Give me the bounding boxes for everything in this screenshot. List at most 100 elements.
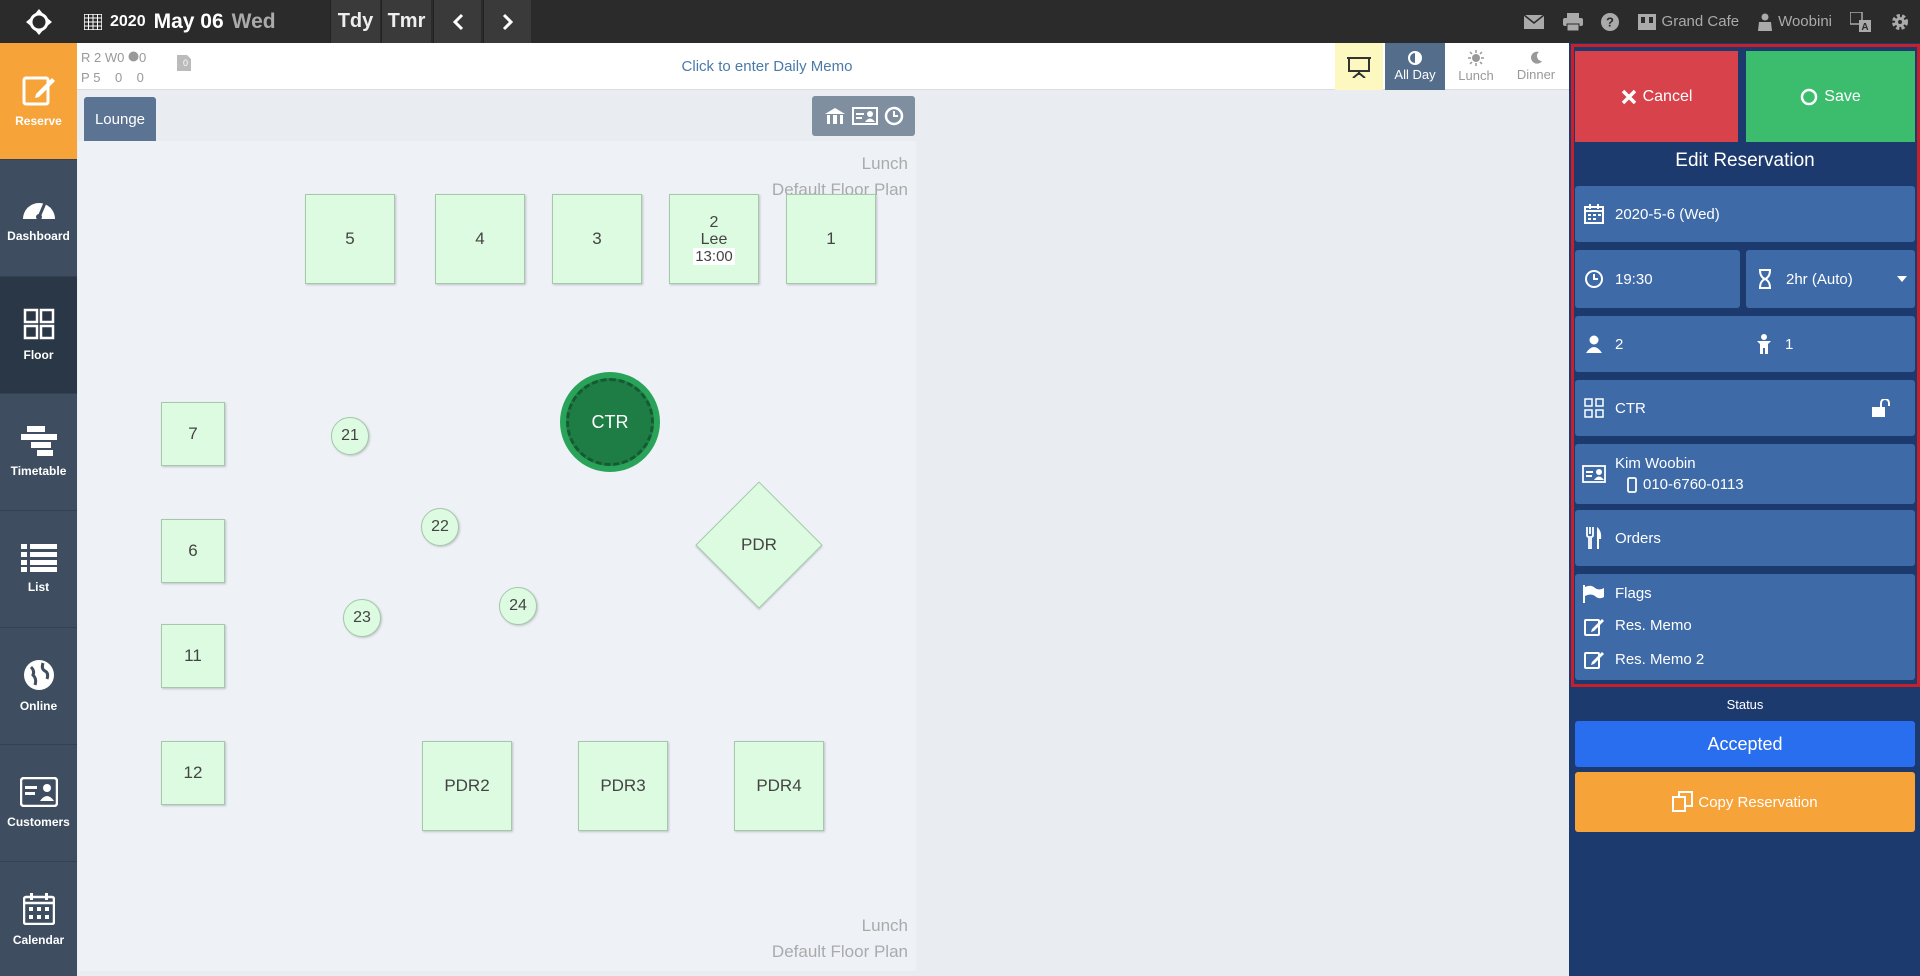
chevron-right-icon — [502, 13, 513, 30]
presentation-icon — [1347, 56, 1371, 78]
table-layout-icon[interactable] — [824, 107, 846, 125]
copy-reservation-button[interactable]: Copy Reservation — [1575, 772, 1915, 832]
clock-icon — [1585, 270, 1603, 288]
orders-label: Orders — [1615, 529, 1661, 547]
next-day-button[interactable] — [483, 0, 531, 43]
mail-icon[interactable] — [1523, 13, 1545, 30]
table-3[interactable]: 3 — [552, 194, 642, 284]
date-row[interactable]: 2020-5-6 (Wed) — [1575, 186, 1915, 242]
duration-select[interactable]: 2hr (Auto) — [1746, 250, 1915, 308]
table-pdr3[interactable]: PDR3 — [578, 741, 668, 831]
store-icon — [1637, 13, 1656, 30]
user-menu[interactable]: Woobini — [1757, 13, 1832, 31]
table-ctr[interactable]: CTR — [560, 372, 660, 472]
assigned-table: CTR — [1615, 399, 1646, 417]
nav-customers[interactable]: Customers — [0, 745, 77, 862]
table-4[interactable]: 4 — [435, 194, 525, 284]
nav-calendar[interactable]: Calendar — [0, 862, 77, 976]
mobile-phone-icon — [1627, 476, 1637, 493]
table-pdr4[interactable]: PDR4 — [734, 741, 824, 831]
help-icon[interactable]: ? — [1600, 12, 1619, 31]
party-size-row[interactable]: 2 1 — [1575, 316, 1915, 372]
flags-row[interactable]: Flags — [1575, 584, 1652, 603]
dashboard-icon — [22, 202, 55, 220]
table-2[interactable]: 2 Lee 13:00 — [669, 194, 759, 284]
timetable-icon — [20, 426, 57, 456]
calendar-icon — [1584, 204, 1604, 224]
nav-reserve[interactable]: Reserve — [0, 43, 77, 160]
edit-icon — [1584, 652, 1604, 670]
svg-text:A: A — [1861, 22, 1868, 32]
table-row[interactable]: CTR — [1575, 380, 1915, 436]
orders-row[interactable]: Orders — [1575, 510, 1915, 566]
settings-gear-icon[interactable] — [1890, 12, 1910, 32]
table-22[interactable]: 22 — [421, 508, 459, 546]
cancel-button[interactable]: Cancel — [1575, 51, 1738, 142]
nav-dashboard[interactable]: Dashboard — [0, 160, 77, 277]
customers-icon — [19, 777, 58, 807]
tomorrow-button[interactable]: Tmr — [381, 0, 431, 43]
table-7[interactable]: 7 — [161, 402, 225, 466]
res-memo-label: Res. Memo — [1615, 617, 1692, 635]
shift-all-day[interactable]: All Day — [1385, 43, 1445, 90]
status-accepted-button[interactable]: Accepted — [1575, 721, 1915, 767]
table-6[interactable]: 6 — [161, 519, 225, 583]
today-button[interactable]: Tdy — [330, 0, 380, 43]
previous-day-button[interactable] — [433, 0, 481, 43]
shift-lunch[interactable]: Lunch — [1446, 43, 1506, 90]
table-pdr-label: PDR — [741, 535, 777, 554]
top-right-toolbar: ? Grand Cafe Woobini A — [1523, 0, 1920, 43]
restaurant-name: Grand Cafe — [1661, 13, 1740, 30]
moon-icon — [1531, 51, 1542, 64]
nav-timetable[interactable]: Timetable — [0, 394, 77, 511]
table-5[interactable]: 5 — [305, 194, 395, 284]
reservation-date: 2020-5-6 (Wed) — [1615, 205, 1720, 223]
nav-floor[interactable]: Floor — [0, 277, 77, 394]
presentation-button[interactable] — [1335, 43, 1383, 90]
clock-icon[interactable] — [884, 106, 904, 126]
res-memo-row[interactable]: Res. Memo — [1575, 616, 1692, 636]
date-picker[interactable]: 2020 May 06 Wed — [80, 0, 330, 43]
floor-icon — [1584, 398, 1604, 418]
top-bar: 2020 May 06 Wed Tdy Tmr ? Grand Cafe Woo… — [0, 0, 1920, 43]
fork-knife-icon — [1586, 527, 1602, 549]
time-row[interactable]: 19:30 — [1575, 250, 1740, 308]
res-memo-2-row[interactable]: Res. Memo 2 — [1575, 649, 1705, 670]
date-month-day: May 06 — [153, 9, 224, 33]
table-1[interactable]: 1 — [786, 194, 876, 284]
table-2-number: 2 — [709, 213, 719, 231]
app-logo[interactable] — [0, 0, 77, 43]
calendar-icon — [22, 893, 55, 925]
area-tab-lounge[interactable]: Lounge — [84, 97, 156, 141]
daily-memo[interactable]: Click to enter Daily Memo — [77, 43, 1457, 90]
save-button[interactable]: Save — [1746, 51, 1915, 142]
status-label: Status — [1726, 697, 1764, 712]
table-24[interactable]: 24 — [499, 587, 537, 625]
edit-title: Edit Reservation — [1675, 150, 1815, 171]
logo-icon — [25, 8, 52, 35]
nav-online[interactable]: Online — [0, 628, 77, 745]
reservation-duration: 2hr (Auto) — [1786, 270, 1853, 288]
unlock-icon[interactable] — [1871, 399, 1893, 417]
flags-label: Flags — [1615, 585, 1652, 603]
guest-card-icon[interactable] — [851, 107, 878, 125]
nav-list[interactable]: List — [0, 511, 77, 628]
reserve-icon — [22, 76, 55, 106]
shift-dinner[interactable]: Dinner — [1506, 43, 1566, 90]
memo-section: Flags Res. Memo Res. Memo 2 — [1575, 574, 1915, 680]
user-name: Woobini — [1778, 13, 1832, 30]
floor-toolbar — [812, 96, 915, 136]
customer-row[interactable]: Kim Woobin 010-6760-0113 — [1575, 444, 1915, 504]
table-21[interactable]: 21 — [331, 417, 369, 455]
table-12[interactable]: 12 — [161, 741, 225, 805]
table-23[interactable]: 23 — [343, 599, 381, 637]
res-memo-2-label: Res. Memo 2 — [1615, 650, 1705, 668]
table-pdr2[interactable]: PDR2 — [422, 741, 512, 831]
adult-count: 2 — [1615, 335, 1624, 353]
restaurant-selector[interactable]: Grand Cafe — [1637, 13, 1740, 31]
table-11[interactable]: 11 — [161, 624, 225, 688]
translate-icon[interactable]: A — [1850, 11, 1872, 32]
edit-icon — [1584, 618, 1604, 636]
print-icon[interactable] — [1562, 12, 1583, 31]
table-2-time: 13:00 — [693, 247, 735, 265]
